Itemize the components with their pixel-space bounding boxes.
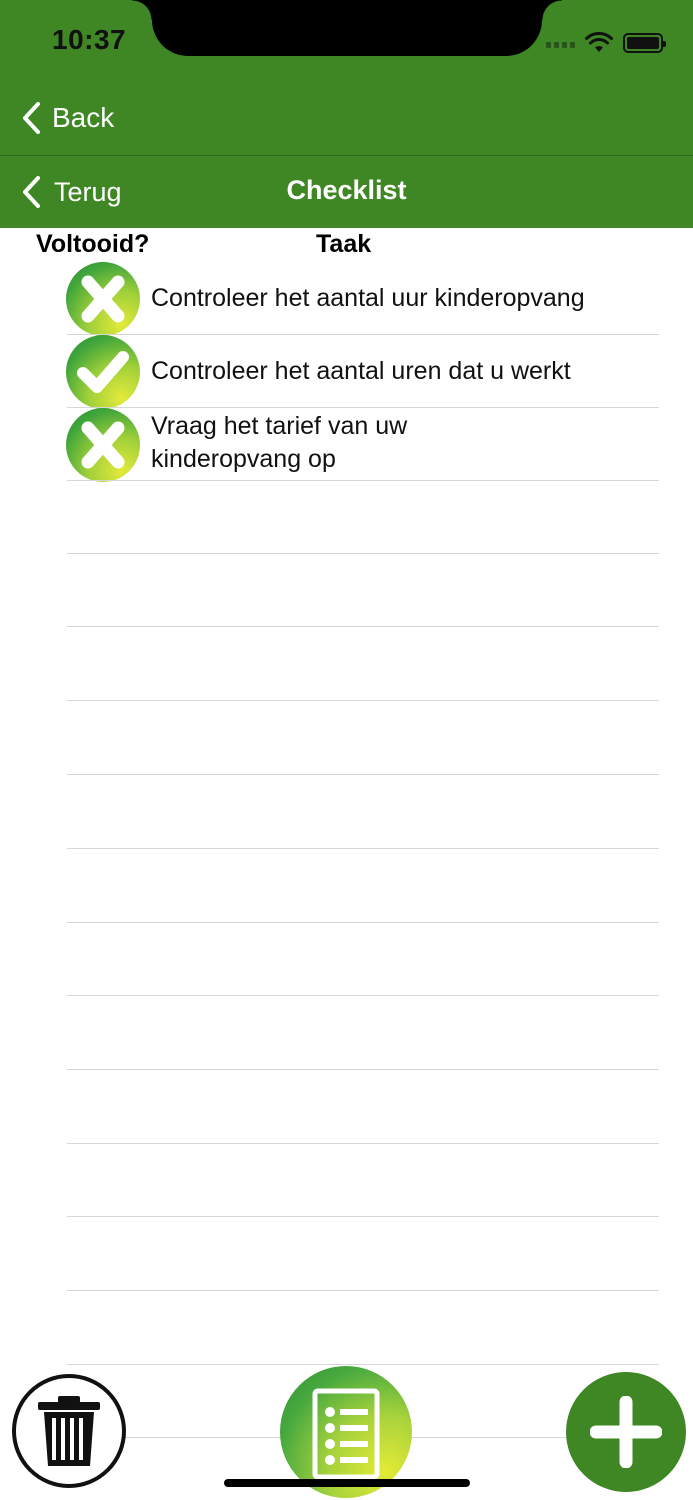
empty-row xyxy=(0,1292,693,1365)
row-divider xyxy=(67,1069,659,1070)
empty-row xyxy=(0,850,693,923)
empty-row xyxy=(0,554,693,627)
delete-button[interactable] xyxy=(12,1374,126,1488)
empty-row xyxy=(0,1218,693,1291)
empty-row xyxy=(0,776,693,849)
trash-icon xyxy=(38,1396,100,1466)
incomplete-x-icon[interactable] xyxy=(66,408,140,482)
app-header: 10:37 Back Terug Checklist xyxy=(0,0,693,228)
row-divider xyxy=(67,700,659,701)
battery-icon xyxy=(623,33,666,53)
checklist-screen: 10:37 Back Terug Checklist Voltooid? Taa… xyxy=(0,0,693,1500)
empty-row xyxy=(0,481,693,554)
row-divider xyxy=(67,1290,659,1291)
empty-row xyxy=(0,997,693,1070)
wifi-icon xyxy=(585,32,613,52)
nav-bar-inner: Terug Checklist xyxy=(0,156,693,228)
empty-row xyxy=(0,628,693,701)
row-divider xyxy=(67,995,659,996)
empty-row xyxy=(0,1071,693,1144)
column-header-completed: Voltooid? xyxy=(36,230,150,258)
status-time: 10:37 xyxy=(52,24,127,55)
chevron-left-icon xyxy=(23,102,40,134)
task-label[interactable]: Controleer het aantal uur kinderopvang xyxy=(151,282,663,315)
plus-icon xyxy=(590,1396,662,1468)
device-notch xyxy=(132,0,562,56)
complete-check-icon[interactable] xyxy=(66,335,140,409)
row-divider xyxy=(67,848,659,849)
home-indicator[interactable] xyxy=(224,1479,470,1487)
signal-icon xyxy=(546,38,575,48)
task-label[interactable]: Controleer het aantal uren dat u werkt xyxy=(151,355,663,388)
checklist-icon xyxy=(312,1388,380,1480)
empty-row xyxy=(0,1144,693,1217)
task-label[interactable]: Vraag het tarief van uw kinderopvang op xyxy=(151,410,463,476)
task-row: Vraag het tarief van uw kinderopvang op xyxy=(0,408,693,482)
incomplete-x-icon[interactable] xyxy=(66,262,140,336)
back-button[interactable]: Back xyxy=(20,100,114,136)
row-divider xyxy=(67,1216,659,1217)
status-icons xyxy=(546,30,666,56)
column-header-task: Taak xyxy=(316,230,372,258)
task-row: Controleer het aantal uren dat u werkt xyxy=(0,335,693,409)
task-row: Controleer het aantal uur kinderopvang xyxy=(0,262,693,336)
page-title: Checklist xyxy=(286,175,407,205)
row-divider xyxy=(67,774,659,775)
nav-bar-outer: Back xyxy=(0,80,693,154)
add-task-button[interactable] xyxy=(566,1372,686,1492)
row-divider xyxy=(67,626,659,627)
back-label: Back xyxy=(52,102,115,133)
empty-row xyxy=(0,702,693,775)
empty-row xyxy=(0,923,693,996)
